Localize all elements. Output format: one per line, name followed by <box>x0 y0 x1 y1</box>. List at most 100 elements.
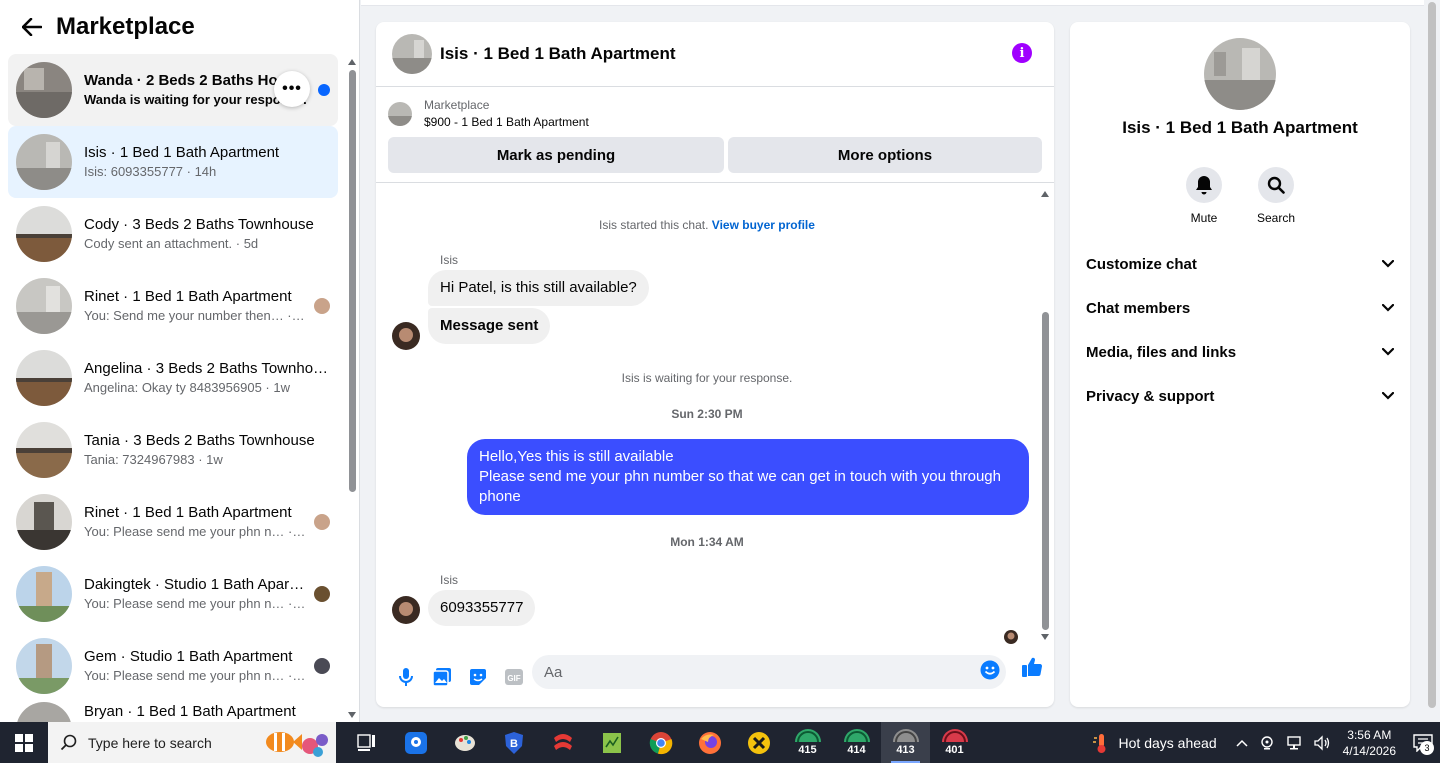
listing-thumbnail <box>16 566 72 622</box>
remote-session-app-icon[interactable]: 414 <box>832 722 881 763</box>
scrollbar-thumb[interactable] <box>1428 2 1436 708</box>
listing-thumbnail <box>16 206 72 262</box>
conversation-item[interactable]: Angelina · 3 Beds 2 Baths Townhouse Ange… <box>8 342 338 414</box>
info-sections: Customize chat Chat members Media, files… <box>1070 242 1410 418</box>
scroll-up-icon[interactable] <box>1041 191 1049 197</box>
microphone-icon[interactable] <box>388 659 424 695</box>
taskbar-search[interactable]: Type here to search <box>48 722 336 763</box>
listing-price[interactable]: $900 - 1 Bed 1 Bath Apartment <box>424 113 589 131</box>
clock[interactable]: 3:56 AM 4/14/2026 <box>1343 727 1396 759</box>
bell-icon[interactable] <box>1186 167 1222 203</box>
conversation-item[interactable]: Rinet · 1 Bed 1 Bath Apartment You: Send… <box>8 270 338 342</box>
scroll-up-icon[interactable] <box>348 59 356 65</box>
sidebar-scrollbar[interactable] <box>346 56 358 720</box>
listing-mini-thumbnail <box>388 102 412 126</box>
seen-avatar <box>314 514 330 530</box>
chat-listing-avatar[interactable] <box>392 34 432 74</box>
conversation-sidebar: Marketplace Wanda · 2 Beds 2 Baths House… <box>0 0 360 728</box>
listing-thumbnail <box>16 638 72 694</box>
sender-avatar[interactable] <box>392 596 420 624</box>
conversation-item[interactable]: Dakingtek · Studio 1 Bath Apartment You:… <box>8 558 338 630</box>
info-listing-avatar[interactable] <box>1204 38 1276 110</box>
remote-session-app-icon[interactable]: 413 <box>881 722 930 763</box>
conversation-item[interactable]: Gem · Studio 1 Bath Apartment You: Pleas… <box>8 630 338 702</box>
remote-session-app-icon[interactable]: 415 <box>783 722 832 763</box>
listing-thumbnail <box>16 350 72 406</box>
webcam-icon[interactable] <box>1259 735 1275 751</box>
paint-app-icon[interactable] <box>440 722 489 763</box>
chat-panel: Isis · 1 Bed 1 Bath Apartment i Marketpl… <box>376 22 1054 707</box>
network-icon[interactable] <box>1285 735 1303 751</box>
conversation-title: Angelina · 3 Beds 2 Baths Townhouse <box>84 360 330 377</box>
emoji-icon[interactable] <box>980 660 1000 685</box>
outgoing-message-bubble[interactable]: Hello,Yes this is still available Please… <box>467 439 1029 515</box>
conversation-title: Dakingtek · Studio 1 Bath Apartment <box>84 576 306 593</box>
message-bubble[interactable]: 6093355777 <box>428 590 536 626</box>
seen-avatar <box>314 586 330 602</box>
search-icon[interactable] <box>1258 167 1294 203</box>
volume-icon[interactable] <box>1313 734 1331 751</box>
media-files-links-section[interactable]: Media, files and links <box>1070 330 1410 374</box>
thermometer-icon <box>1092 733 1106 753</box>
task-view-icon[interactable] <box>342 722 391 763</box>
chat-title[interactable]: Isis · 1 Bed 1 Bath Apartment <box>440 44 676 64</box>
conversation-item[interactable]: Cody · 3 Beds 2 Baths Townhouse Cody sen… <box>8 198 338 270</box>
conversation-item[interactable]: Wanda · 2 Beds 2 Baths House Wanda is wa… <box>8 54 338 126</box>
conversation-item[interactable]: Rinet · 1 Bed 1 Bath Apartment You: Plea… <box>8 486 338 558</box>
chat-scrollbar[interactable] <box>1040 188 1050 642</box>
brave-browser-icon[interactable]: B <box>489 722 538 763</box>
chevron-down-icon <box>1382 304 1394 312</box>
page-scrollbar[interactable] <box>1424 0 1440 722</box>
gif-icon[interactable]: GIF <box>496 659 532 695</box>
customize-chat-section[interactable]: Customize chat <box>1070 242 1410 286</box>
scroll-down-icon[interactable] <box>348 712 356 718</box>
search-action[interactable]: Search <box>1257 167 1295 225</box>
view-buyer-profile-link[interactable]: View buyer profile <box>712 218 815 232</box>
mark-as-pending-button[interactable]: Mark as pending <box>388 137 724 173</box>
conversation-title: Tania · 3 Beds 2 Baths Townhouse <box>84 432 315 449</box>
message-input[interactable] <box>532 655 1006 689</box>
sticker-icon[interactable] <box>460 659 496 695</box>
chat-members-section[interactable]: Chat members <box>1070 286 1410 330</box>
svg-text:GIF: GIF <box>507 674 520 683</box>
anydesk-app-icon[interactable] <box>538 722 587 763</box>
mute-action[interactable]: Mute <box>1186 167 1222 225</box>
info-icon[interactable]: i <box>1012 43 1032 63</box>
app-icon[interactable] <box>734 722 783 763</box>
more-options-button[interactable]: More options <box>728 137 1042 173</box>
notepad-app-icon[interactable] <box>587 722 636 763</box>
chrome-browser-icon[interactable] <box>636 722 685 763</box>
weather-widget[interactable]: Hot days ahead <box>1091 732 1217 754</box>
notification-center-icon[interactable]: 3 <box>1406 722 1440 763</box>
windows-start-icon[interactable] <box>0 722 48 763</box>
photo-icon[interactable] <box>424 659 460 695</box>
chevron-down-icon <box>1382 260 1394 268</box>
seen-avatar <box>314 658 330 674</box>
scrollbar-thumb[interactable] <box>1042 312 1049 630</box>
chat-header: Isis · 1 Bed 1 Bath Apartment i <box>376 22 1054 87</box>
message-composer: GIF <box>376 647 1054 707</box>
scrollbar-thumb[interactable] <box>349 70 356 492</box>
back-arrow-icon[interactable] <box>20 15 44 39</box>
conversation-preview: You: Please send me your phn n… · 3w <box>84 596 306 611</box>
message-bubble[interactable]: Hi Patel, is this still available? <box>428 270 649 306</box>
conversation-item[interactable]: Tania · 3 Beds 2 Baths Townhouse Tania: … <box>8 414 338 486</box>
message-bubble[interactable]: Message sent <box>428 308 551 344</box>
privacy-support-section[interactable]: Privacy & support <box>1070 374 1410 418</box>
remote-session-app-icon[interactable]: 401 <box>930 722 979 763</box>
conversation-item[interactable]: Isis · 1 Bed 1 Bath Apartment Isis: 6093… <box>8 126 338 198</box>
maps-app-icon[interactable] <box>391 722 440 763</box>
thumbs-up-icon[interactable] <box>1020 655 1044 684</box>
notification-count: 3 <box>1420 741 1434 755</box>
sender-avatar[interactable] <box>392 322 420 350</box>
conversation-title: Rinet · 1 Bed 1 Bath Apartment <box>84 504 292 521</box>
clock-time: 3:56 AM <box>1347 727 1392 742</box>
svg-text:B: B <box>510 738 518 750</box>
firefox-browser-icon[interactable] <box>685 722 734 763</box>
conversation-list: Wanda · 2 Beds 2 Baths House Wanda is wa… <box>8 54 338 728</box>
more-options-button[interactable]: ••• <box>274 71 310 107</box>
conversation-preview: Angelina: Okay ty 8483956905 · 1w <box>84 380 290 395</box>
listing-thumbnail <box>16 134 72 190</box>
scroll-down-icon[interactable] <box>1041 634 1049 640</box>
chevron-up-icon[interactable] <box>1235 735 1249 751</box>
